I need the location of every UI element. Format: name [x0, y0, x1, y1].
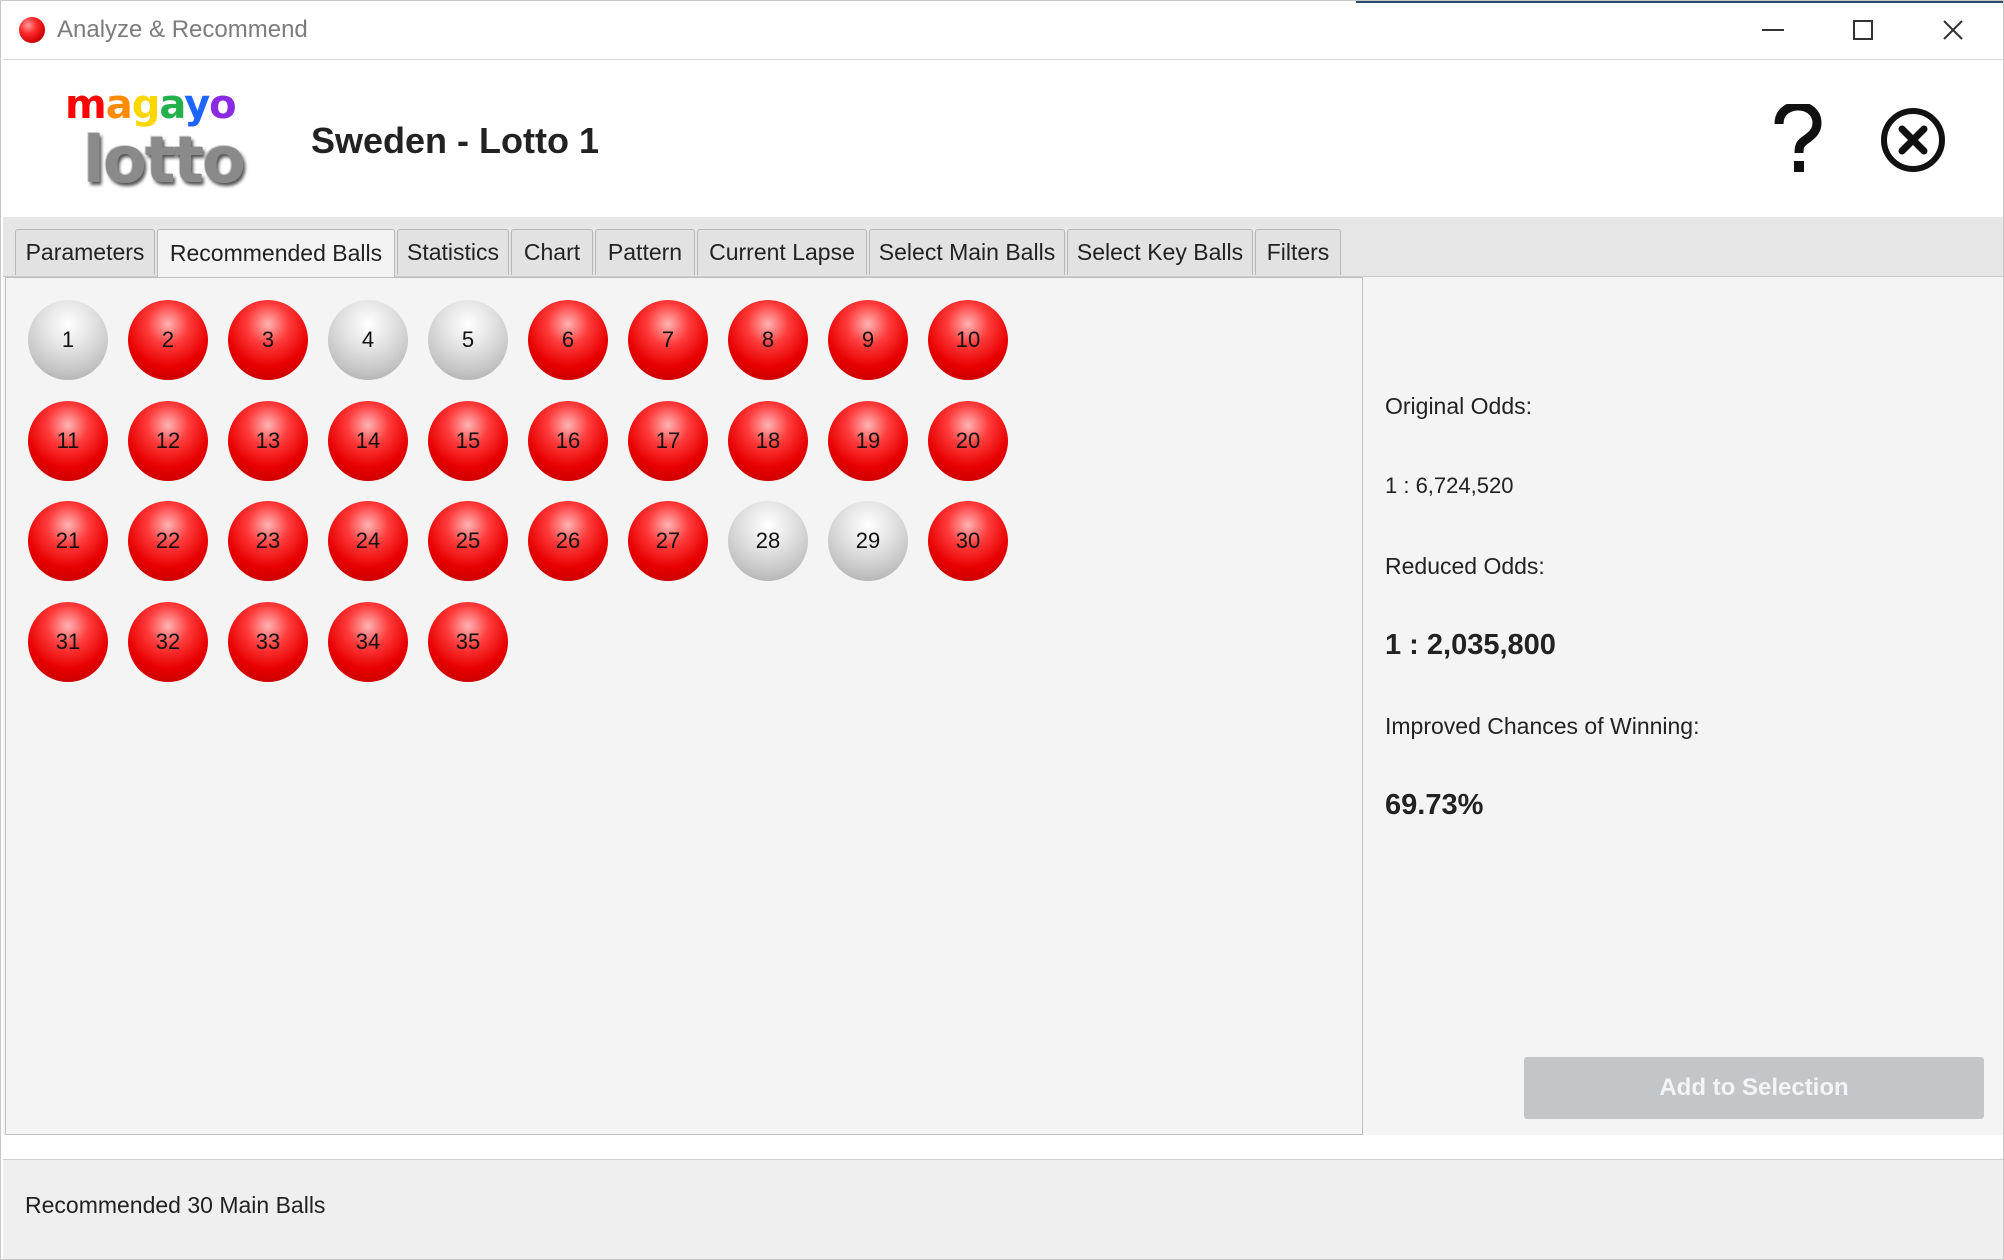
ball-25[interactable]: 25 [428, 501, 508, 581]
balls-panel: 1 2 3 4 5 6 7 8 9 10 11 12 13 14 15 16 17 18 19 20 21 22 23 24 2… [5, 277, 1363, 1135]
tab-recommended-balls[interactable]: Recommended Balls [157, 229, 395, 277]
ball-19[interactable]: 19 [828, 400, 908, 481]
odds-panel: Original Odds: 1 : 6,724,520 Reduced Odd… [1363, 277, 2003, 1135]
logo-letter: y [184, 82, 210, 128]
logo-letter: o [209, 82, 237, 128]
improved-chances-value: 69.73% [1385, 789, 1484, 821]
improved-chances-label: Improved Chances of Winning: [1385, 713, 1700, 739]
ball-18[interactable]: 18 [728, 400, 808, 481]
tab-current-lapse[interactable]: Current Lapse [697, 229, 867, 275]
ball-20[interactable]: 20 [928, 400, 1008, 481]
ball-11[interactable]: 11 [28, 400, 108, 481]
logo-wordmark-top: magayo [65, 82, 237, 128]
page-title: Sweden - Lotto 1 [311, 120, 599, 161]
ball-21[interactable]: 21 [28, 501, 108, 581]
header-close-button[interactable] [1877, 104, 1949, 176]
ball-22[interactable]: 22 [128, 501, 208, 581]
ball-14[interactable]: 14 [328, 400, 408, 481]
tab-filters[interactable]: Filters [1255, 229, 1341, 275]
close-icon [1943, 20, 1963, 40]
ball-28[interactable]: 28 [728, 501, 808, 581]
reduced-odds-label: Reduced Odds: [1385, 553, 1545, 579]
tab-parameters[interactable]: Parameters [15, 229, 155, 275]
ball-2[interactable]: 2 [128, 300, 208, 380]
minimize-icon [1762, 29, 1784, 31]
magayo-lotto-logo: magayo lotto [65, 82, 265, 202]
ball-31[interactable]: 31 [28, 601, 108, 682]
window-title: Analyze & Recommend [57, 16, 308, 43]
ball-5[interactable]: 5 [428, 300, 508, 380]
reduced-odds-value: 1 : 2,035,800 [1385, 629, 1556, 661]
ball-8[interactable]: 8 [728, 300, 808, 380]
app-icon [19, 17, 45, 43]
help-button[interactable] [1765, 100, 1829, 180]
question-mark-icon [1774, 104, 1822, 172]
status-bar: Recommended 30 Main Balls [3, 1159, 2003, 1259]
ball-6[interactable]: 6 [528, 300, 608, 380]
title-bar: Analyze & Recommend [1, 1, 2003, 59]
ball-10[interactable]: 10 [928, 300, 1008, 380]
ball-26[interactable]: 26 [528, 501, 608, 581]
original-odds-value: 1 : 6,724,520 [1385, 473, 1514, 498]
ball-9[interactable]: 9 [828, 300, 908, 380]
logo-letter: a [159, 82, 185, 128]
add-to-selection-button[interactable]: Add to Selection [1524, 1057, 1984, 1119]
original-odds-label: Original Odds: [1385, 393, 1533, 419]
maximize-icon [1853, 20, 1873, 40]
tab-select-main-balls[interactable]: Select Main Balls [869, 229, 1065, 275]
ball-1[interactable]: 1 [28, 300, 108, 380]
logo-letter: a [105, 82, 133, 128]
app-header: magayo lotto Sweden - Lotto 1 [3, 59, 2003, 218]
app-window: Analyze & Recommend magayo lotto Sweden … [0, 0, 2004, 1260]
ball-12[interactable]: 12 [128, 400, 208, 481]
tab-strip: Parameters Recommended Balls Statistics … [3, 217, 2003, 277]
ball-15[interactable]: 15 [428, 400, 508, 481]
status-message: Recommended 30 Main Balls [25, 1192, 326, 1218]
tab-chart[interactable]: Chart [511, 229, 593, 275]
ball-30[interactable]: 30 [928, 501, 1008, 581]
ball-32[interactable]: 32 [128, 601, 208, 682]
ball-4[interactable]: 4 [328, 300, 408, 380]
ball-29[interactable]: 29 [828, 501, 908, 581]
maximize-button[interactable] [1817, 1, 1909, 59]
tab-content: 1 2 3 4 5 6 7 8 9 10 11 12 13 14 15 16 17 18 19 20 21 22 23 24 2… [3, 277, 2003, 1135]
ball-27[interactable]: 27 [628, 501, 708, 581]
ball-35[interactable]: 35 [428, 601, 508, 682]
tab-statistics[interactable]: Statistics [397, 229, 509, 275]
ball-3[interactable]: 3 [228, 300, 308, 380]
tab-pattern[interactable]: Pattern [595, 229, 695, 275]
ball-34[interactable]: 34 [328, 601, 408, 682]
ball-16[interactable]: 16 [528, 400, 608, 481]
tab-select-key-balls[interactable]: Select Key Balls [1067, 229, 1253, 275]
ball-23[interactable]: 23 [228, 501, 308, 581]
minimize-button[interactable] [1727, 1, 1819, 59]
ball-17[interactable]: 17 [628, 400, 708, 481]
ball-13[interactable]: 13 [228, 400, 308, 481]
logo-letter: m [65, 82, 107, 128]
circle-x-icon [1881, 108, 1945, 172]
ball-33[interactable]: 33 [228, 601, 308, 682]
ball-24[interactable]: 24 [328, 501, 408, 581]
ball-7[interactable]: 7 [628, 300, 708, 380]
window-close-button[interactable] [1907, 1, 1999, 59]
logo-letter: g [131, 82, 161, 128]
logo-wordmark-bottom: lotto [83, 124, 246, 198]
